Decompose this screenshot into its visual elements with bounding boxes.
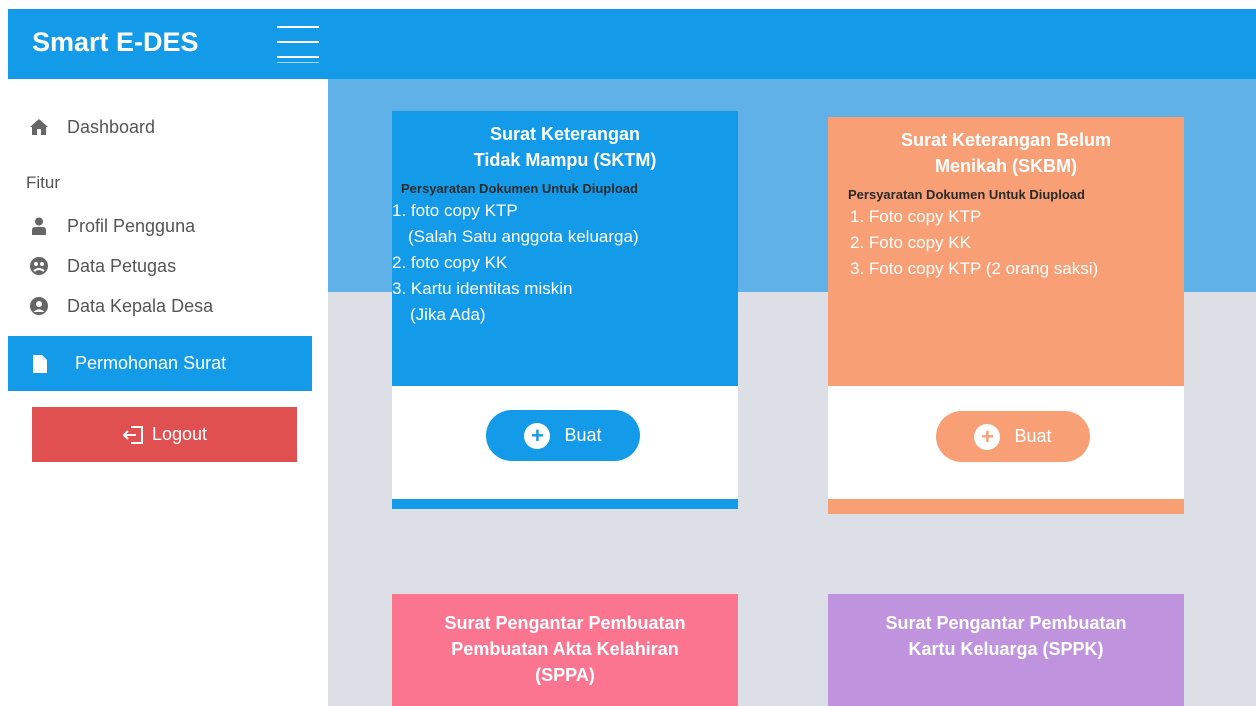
card-footer: + Buat xyxy=(828,386,1184,499)
card-bottom-border xyxy=(392,499,738,509)
sidebar-item-data-petugas[interactable]: Data Petugas xyxy=(26,252,176,280)
plus-icon: + xyxy=(974,423,1001,450)
card-footer: + Buat xyxy=(392,386,738,499)
list-item: 2. Foto copy KK xyxy=(850,233,971,252)
plus-icon: + xyxy=(524,422,551,449)
card-title-line1: Surat Keterangan xyxy=(489,124,641,144)
card-title-line2: Kartu Keluarga (SPPK) xyxy=(908,639,1104,659)
buat-label: Buat xyxy=(1014,426,1052,446)
card-title-line2: Menikah (SKBM) xyxy=(934,156,1077,176)
sidebar-item-data-kepala-desa[interactable]: Data Kepala Desa xyxy=(26,292,213,320)
logout-icon xyxy=(122,425,144,445)
list-item: 1. Foto copy KTP xyxy=(850,207,982,226)
card-skbm: Surat Keterangan Belum Menikah (SKBM) Pe… xyxy=(828,117,1184,514)
document-icon xyxy=(31,354,49,373)
logout-button[interactable]: Logout xyxy=(32,407,297,462)
buat-label: Buat xyxy=(564,425,602,445)
menu-icon[interactable] xyxy=(277,24,321,63)
card-sppa: Surat Pengantar Pembuatan Pembuatan Akta… xyxy=(392,594,738,706)
card-title-line1: Surat Keterangan Belum xyxy=(900,130,1112,150)
requirements-heading: Persyaratan Dokumen Untuk Diupload xyxy=(401,181,638,196)
sidebar-item-label: Permohonan Surat xyxy=(75,353,227,373)
sidebar-item-label: Profil Pengguna xyxy=(67,215,196,236)
card-title-line1: Surat Pengantar Pembuatan xyxy=(444,613,686,633)
card-sktm: Surat Keterangan Tidak Mampu (SKTM) Pers… xyxy=(392,111,738,509)
top-bar xyxy=(328,9,1256,79)
card-sppk: Surat Pengantar Pembuatan Kartu Keluarga… xyxy=(828,594,1184,706)
requirements-list: 1. foto copy KTP (Salah Satu anggota kel… xyxy=(392,198,738,328)
requirements-heading: Persyaratan Dokumen Untuk Diupload xyxy=(848,187,1085,202)
card-header: Surat Keterangan Belum Menikah (SKBM) Pe… xyxy=(828,117,1184,386)
brand-header: Smart E-DES xyxy=(8,9,328,79)
card-title-line3: (SPPA) xyxy=(535,665,595,685)
sidebar-item-dashboard[interactable]: Dashboard xyxy=(26,113,155,141)
main-content: Surat Keterangan Tidak Mampu (SKTM) Pers… xyxy=(328,79,1256,706)
card-header: Surat Pengantar Pembuatan Kartu Keluarga… xyxy=(828,594,1184,662)
sidebar-item-label: Data Kepala Desa xyxy=(67,295,214,316)
card-bottom-border xyxy=(828,499,1184,514)
list-item: (Jika Ada) xyxy=(410,305,486,324)
card-title-line2: Tidak Mampu (SKTM) xyxy=(473,150,657,170)
card-title-line1: Surat Pengantar Pembuatan xyxy=(885,613,1127,633)
user-icon xyxy=(26,216,52,236)
sidebar-item-profil-pengguna[interactable]: Profil Pengguna xyxy=(26,212,195,240)
sidebar-item-label: Data Petugas xyxy=(67,255,177,276)
buat-button[interactable]: + Buat xyxy=(486,410,640,461)
card-header: Surat Keterangan Tidak Mampu (SKTM) Pers… xyxy=(392,111,738,386)
logout-label: Logout xyxy=(151,424,208,444)
buat-button[interactable]: + Buat xyxy=(936,411,1090,462)
sidebar: Smart E-DES Dashboard Fitur Profil Pengg… xyxy=(0,0,328,706)
user-circle-icon xyxy=(26,296,52,316)
section-label-fitur: Fitur xyxy=(26,173,60,192)
sidebar-item-label: Dashboard xyxy=(67,116,156,137)
app-title: Smart E-DES xyxy=(32,27,199,57)
list-item: (Salah Satu anggota keluarga) xyxy=(408,227,639,246)
home-icon xyxy=(26,117,52,137)
requirements-list: 1. Foto copy KTP 2. Foto copy KK 3. Foto… xyxy=(828,204,1184,282)
card-title-line2: Pembuatan Akta Kelahiran xyxy=(451,639,679,659)
list-item: 3. Kartu identitas miskin xyxy=(392,279,573,298)
card-header: Surat Pengantar Pembuatan Pembuatan Akta… xyxy=(392,594,738,688)
list-item: 3. Foto copy KTP (2 orang saksi) xyxy=(850,259,1099,278)
list-item: 1. foto copy KTP xyxy=(392,201,518,220)
list-item: 2. foto copy KK xyxy=(392,253,508,272)
officer-icon xyxy=(26,256,52,276)
sidebar-item-permohonan-surat[interactable]: Permohonan Surat xyxy=(8,336,312,391)
